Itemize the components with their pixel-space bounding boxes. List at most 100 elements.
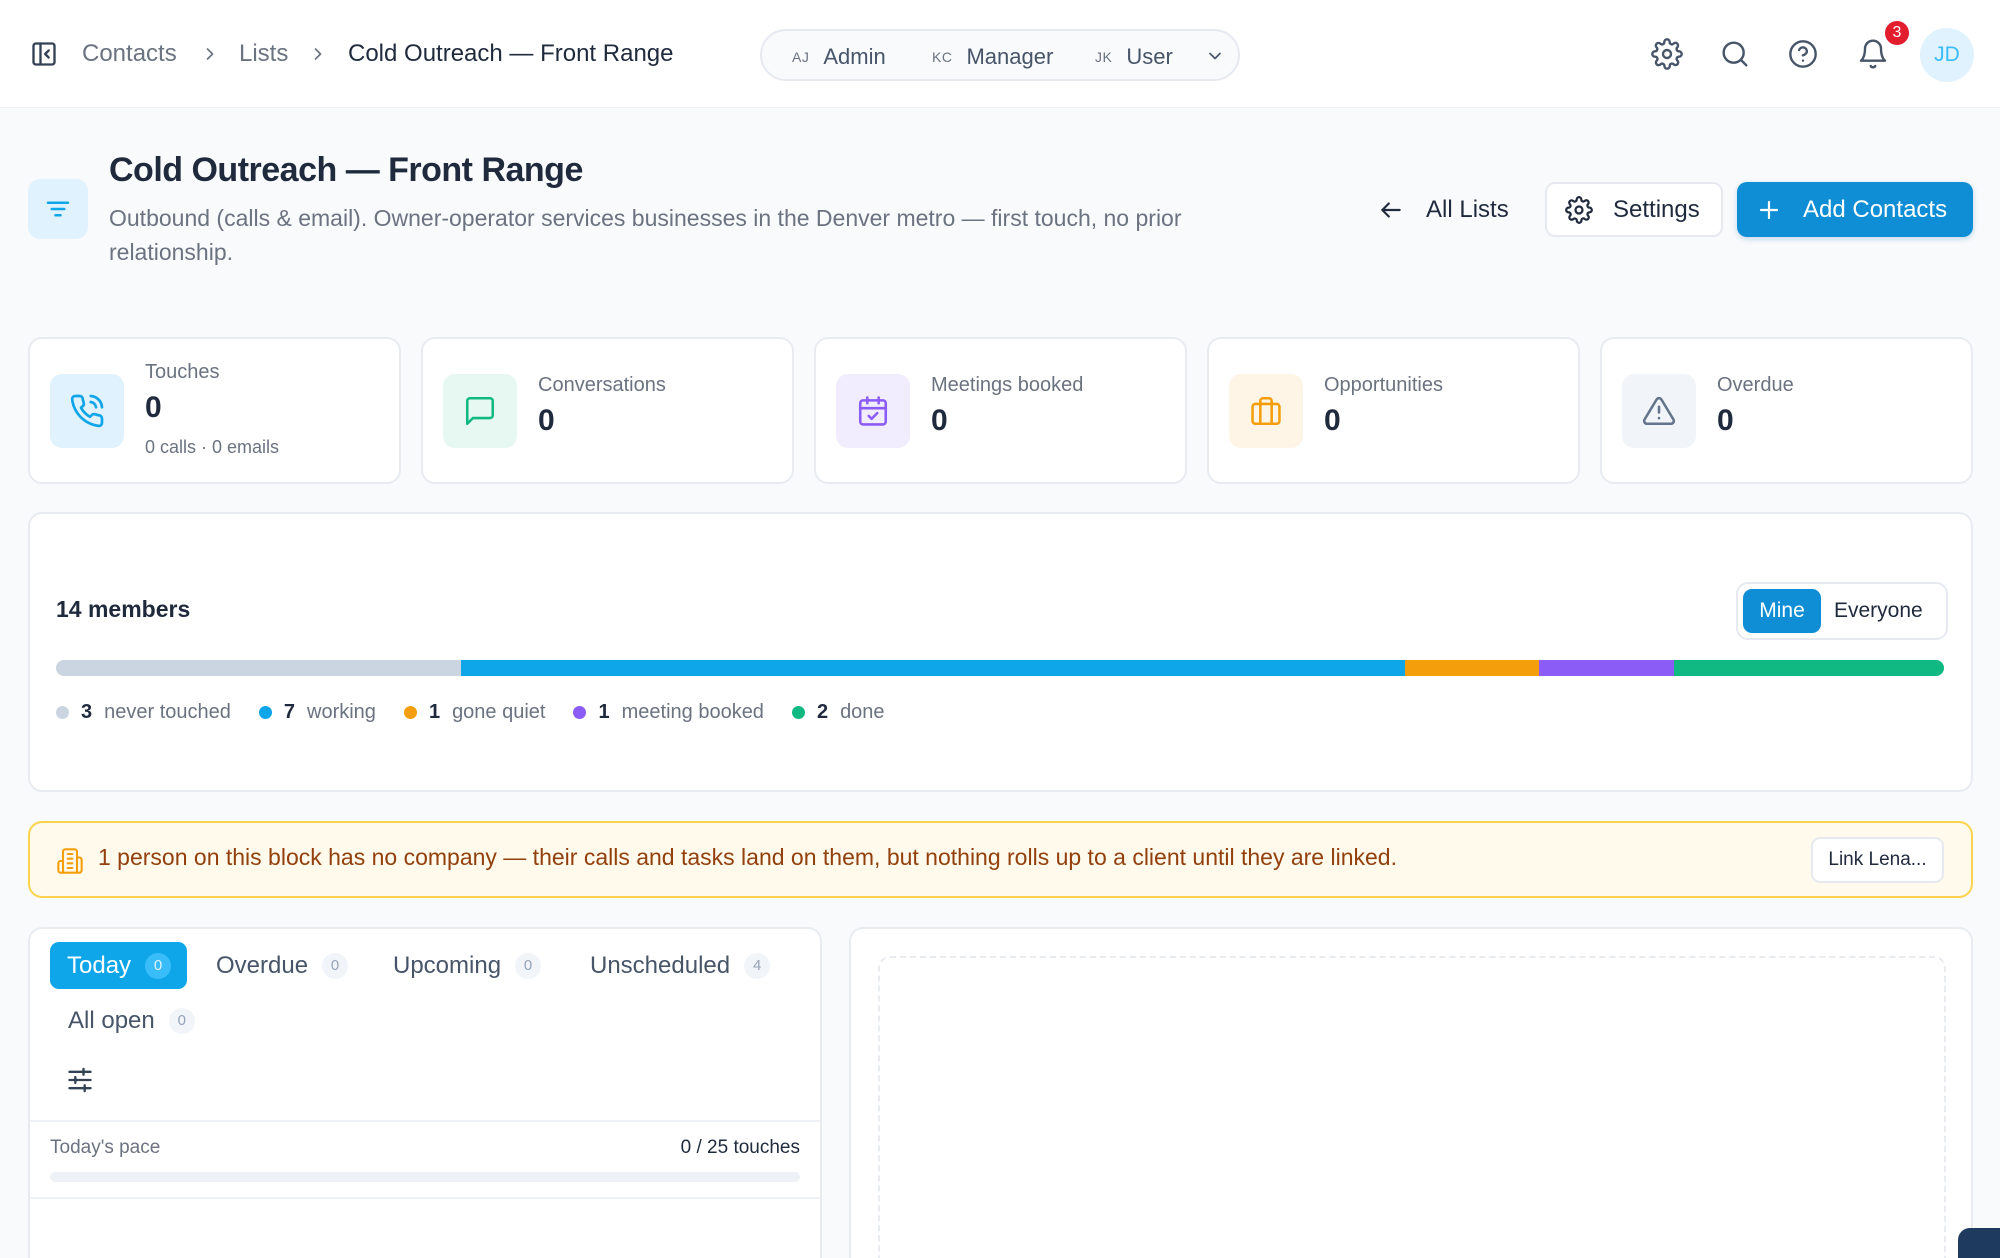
tab-label: Overdue bbox=[216, 951, 309, 979]
stat-value: 0 bbox=[1717, 404, 1734, 437]
legend-dot bbox=[403, 705, 417, 719]
warning-text: 1 person on this block has no company — … bbox=[98, 844, 1397, 870]
user-avatar[interactable]: JD bbox=[1920, 28, 1974, 82]
bell-icon[interactable] bbox=[1857, 38, 1889, 70]
legend-count: 7 bbox=[283, 700, 296, 723]
tab-today[interactable]: Today 0 bbox=[50, 942, 188, 989]
stat-card-opportunities: Opportunities 0 bbox=[1207, 337, 1580, 484]
legend-never-touched: 3 never touched bbox=[56, 701, 231, 724]
role-initials: AJ bbox=[792, 49, 810, 65]
breadcrumb-lists[interactable]: Lists bbox=[239, 38, 288, 70]
legend-dot bbox=[573, 705, 587, 719]
role-initials: JK bbox=[1095, 49, 1113, 65]
breadcrumb-current: Cold Outreach — Front Range bbox=[348, 40, 674, 67]
all-lists-link[interactable]: All Lists bbox=[1378, 190, 1509, 230]
legend-label: never touched bbox=[104, 700, 231, 723]
divider bbox=[30, 1197, 820, 1199]
legend-dot bbox=[258, 705, 272, 719]
settings-label: Settings bbox=[1613, 195, 1700, 223]
tab-count-badge: 0 bbox=[322, 952, 349, 979]
link-contact-button[interactable]: Link Lena... bbox=[1811, 837, 1944, 883]
role-manager[interactable]: KC Manager bbox=[932, 43, 1053, 71]
add-contacts-button[interactable]: Add Contacts bbox=[1737, 182, 1973, 237]
status-segment-gone-quiet bbox=[1404, 660, 1540, 676]
all-lists-label: All Lists bbox=[1426, 196, 1509, 223]
sidebar-toggle-icon[interactable] bbox=[30, 40, 58, 68]
chevron-right-icon bbox=[200, 44, 220, 64]
legend-count: 1 bbox=[598, 700, 610, 723]
legend-label: working bbox=[307, 700, 376, 723]
stat-card-overdue: Overdue 0 bbox=[1600, 337, 1973, 484]
stat-value: 0 bbox=[145, 391, 162, 424]
legend-label: done bbox=[840, 700, 885, 723]
legend-done: 2 done bbox=[791, 700, 885, 724]
chevron-down-icon[interactable] bbox=[1205, 46, 1225, 66]
scope-mine-button[interactable]: Mine bbox=[1743, 589, 1821, 633]
tab-count-badge: 0 bbox=[145, 952, 172, 979]
role-label: User bbox=[1126, 44, 1173, 69]
legend-dot bbox=[791, 705, 805, 719]
stat-label: Opportunities bbox=[1324, 374, 1443, 396]
top-bar: Contacts Lists Cold Outreach — Front Ran… bbox=[0, 0, 2000, 108]
scope-toggle[interactable]: Mine Everyone bbox=[1736, 582, 1948, 640]
legend-dot bbox=[56, 705, 69, 719]
warning-triangle-icon bbox=[1622, 374, 1696, 448]
role-switcher[interactable]: AJ Admin KC Manager JK User bbox=[760, 29, 1240, 81]
stat-label: Conversations bbox=[538, 374, 666, 396]
pace-label: Today's pace bbox=[50, 1137, 161, 1158]
add-contacts-label: Add Contacts bbox=[1803, 195, 1948, 223]
plus-icon bbox=[1757, 198, 1803, 222]
status-segment-meeting-booked bbox=[1539, 660, 1675, 676]
gear-icon bbox=[1565, 195, 1613, 224]
breadcrumb-contacts[interactable]: Contacts bbox=[82, 38, 177, 70]
notification-count-badge: 3 bbox=[1883, 19, 1911, 47]
missing-company-warning: 1 person on this block has no company — … bbox=[28, 821, 1973, 898]
empty-detail-placeholder bbox=[878, 956, 1946, 1258]
tab-unscheduled[interactable]: Unscheduled 4 bbox=[590, 942, 771, 989]
stat-label: Touches bbox=[145, 361, 220, 383]
building-icon bbox=[56, 847, 84, 875]
role-label: Admin bbox=[823, 44, 886, 69]
stat-value: 0 bbox=[538, 404, 555, 437]
gear-icon[interactable] bbox=[1651, 38, 1683, 70]
task-panel: Today 0 Overdue 0 Upcoming 0 Unscheduled… bbox=[28, 927, 822, 1258]
sliders-icon[interactable] bbox=[66, 1066, 94, 1094]
tab-upcoming[interactable]: Upcoming 0 bbox=[393, 942, 542, 989]
tab-count-badge: 0 bbox=[515, 952, 542, 979]
help-circle-icon[interactable] bbox=[1787, 38, 1819, 70]
stat-value: 0 bbox=[1324, 404, 1341, 437]
legend-gone-quiet: 1 gone quiet bbox=[403, 700, 546, 724]
search-icon[interactable] bbox=[1719, 38, 1751, 70]
role-user[interactable]: JK User bbox=[1095, 43, 1173, 71]
stat-card-touches: Touches 0 0 calls · 0 emails bbox=[28, 337, 401, 484]
member-status-legend: 3 never touched 7 working 1 gone quiet 1… bbox=[56, 697, 913, 727]
detail-panel bbox=[849, 927, 1973, 1258]
legend-working: 7 working bbox=[258, 700, 376, 724]
page-description: Outbound (calls & email). Owner-operator… bbox=[109, 205, 1182, 265]
chevron-right-icon bbox=[308, 44, 328, 64]
legend-label: meeting booked bbox=[621, 700, 764, 723]
stat-card-meetings: Meetings booked 0 bbox=[814, 337, 1187, 484]
stat-card-conversations: Conversations 0 bbox=[421, 337, 794, 484]
tab-label: All open bbox=[68, 1006, 155, 1034]
role-admin[interactable]: AJ Admin bbox=[792, 43, 886, 71]
tab-all-open[interactable]: All open 0 bbox=[68, 997, 195, 1044]
stat-label: Overdue bbox=[1717, 374, 1794, 396]
tab-label: Unscheduled bbox=[590, 951, 731, 979]
divider bbox=[30, 1120, 820, 1122]
chat-icon bbox=[443, 374, 517, 448]
tab-overdue[interactable]: Overdue 0 bbox=[216, 942, 349, 989]
phone-icon bbox=[50, 374, 124, 448]
scope-everyone-button[interactable]: Everyone bbox=[1834, 589, 1923, 633]
tab-count-badge: 4 bbox=[744, 952, 771, 979]
chat-widget-button[interactable] bbox=[1958, 1228, 2000, 1258]
settings-button[interactable]: Settings bbox=[1545, 182, 1723, 237]
members-panel: 14 members Mine Everyone 3 never touched… bbox=[28, 512, 1973, 792]
stat-label: Meetings booked bbox=[931, 374, 1084, 396]
tab-count-badge: 0 bbox=[168, 1007, 195, 1034]
tab-label: Today bbox=[67, 951, 132, 979]
legend-label: gone quiet bbox=[452, 700, 546, 723]
stat-value: 0 bbox=[931, 404, 948, 437]
role-label: Manager bbox=[966, 44, 1054, 69]
legend-meeting-booked: 1 meeting booked bbox=[573, 700, 764, 724]
